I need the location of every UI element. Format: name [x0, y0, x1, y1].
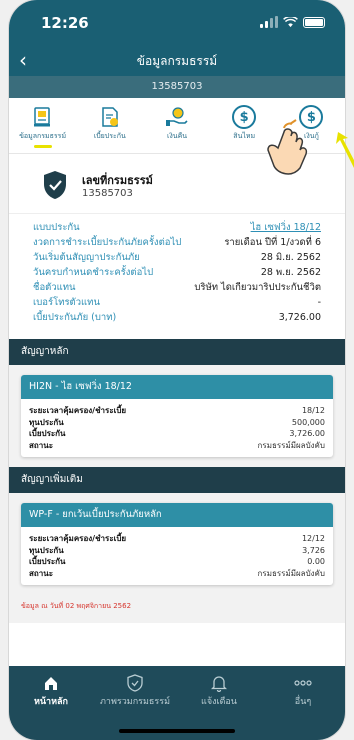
card-key: เบี้ยประกัน	[29, 557, 66, 566]
card-key: สถานะ	[29, 440, 53, 450]
dollar-coin-icon: $	[232, 105, 257, 129]
tab-premium[interactable]: เบี้ยประกัน	[76, 98, 143, 153]
card-value: 3,726.00	[289, 429, 325, 438]
info-key: แบบประกัน	[33, 222, 80, 233]
card-key: ระยะเวลาคุ้มครอง/ชำระเบี้ย	[29, 406, 127, 415]
card-body: ระยะเวลาคุ้มครอง/ชำระเบี้ย 18/12 ทุนประกั…	[21, 399, 333, 457]
bell-icon	[209, 674, 229, 692]
card-value: กรมธรรม์มีผลบังคับ	[257, 440, 325, 450]
home-icon	[41, 674, 61, 692]
card-value: 0.00	[307, 557, 325, 566]
tab-cash-back[interactable]: เงินคืน	[143, 98, 210, 153]
page-title: ข้อมูลกรมธรรม์	[136, 54, 218, 68]
active-tab-indicator	[33, 145, 52, 148]
card-title: HI2N - ไฮ เซฟวิ่ง 18/12	[21, 375, 333, 399]
nav-more[interactable]: อื่นๆ	[261, 666, 345, 740]
card-row: เบี้ยประกัน 3,726.00	[29, 428, 325, 440]
card-key: เบี้ยประกัน	[29, 429, 66, 438]
info-value: 28 พ.ย. 2562	[260, 267, 321, 278]
card-value: 500,000	[291, 417, 325, 427]
tab-label: สินไหม	[233, 132, 256, 140]
info-key: วันครบกำหนดชำระครั้งต่อไป	[33, 267, 154, 278]
tab-policy-info[interactable]: ข้อมูลกรมธรรม์	[9, 98, 76, 153]
card-row: ระยะเวลาคุ้มครอง/ชำระเบี้ย 18/12	[29, 405, 325, 417]
premium-receipt-icon	[98, 105, 122, 129]
info-row: เบี้ยประกันภัย (บาท) 3,726.00	[33, 310, 321, 325]
info-value: 3,726.00	[278, 312, 321, 323]
nav-label: แจ้งเตือน	[201, 697, 237, 707]
status-time: 12:26	[41, 14, 89, 32]
card-title: WP-F - ยกเว้นเบี้ยประกันภัยหลัก	[21, 503, 333, 527]
info-row: ชื่อตัวแทน บริษัท ไดเกียวมาริปประกันชีวิ…	[33, 280, 321, 295]
info-row: เบอร์โทรตัวแทน -	[33, 295, 321, 310]
nav-label: ภาพรวมกรมธรรม์	[99, 697, 171, 707]
info-key: งวดการชำระเบี้ยประกันภัยครั้งต่อไป	[33, 237, 182, 248]
info-row-plan: แบบประกัน ไฮ เซฟวิ่ง 18/12	[33, 220, 321, 235]
card-body: ระยะเวลาคุ้มครอง/ชำระเบี้ย 12/12 ทุนประกั…	[21, 527, 333, 585]
info-key: ชื่อตัวแทน	[33, 282, 76, 293]
card-row: ทุนประกัน 3,726	[29, 545, 325, 557]
main-contract-header: สัญญาหลัก	[9, 339, 345, 365]
info-value: รายเดือน ปีที่ 1/งวดที่ 6	[224, 237, 321, 248]
nav-label: อื่นๆ	[294, 697, 312, 707]
card-key: ระยะเวลาคุ้มครอง/ชำระเบี้ย	[29, 534, 127, 543]
pointer-arrow-icon	[336, 132, 354, 168]
card-key: ทุนประกัน	[29, 417, 64, 427]
status-bar: 12:26	[9, 0, 345, 46]
signal-icon	[260, 16, 278, 28]
battery-icon	[303, 17, 325, 28]
plan-link[interactable]: ไฮ เซฟวิ่ง 18/12	[251, 220, 321, 235]
policy-header: เลขที่กรมธรรม์ 13585703	[9, 154, 345, 214]
tab-label: ข้อมูลกรมธรรม์	[19, 132, 67, 140]
hand-coin-icon	[165, 105, 189, 129]
info-row: งวดการชำระเบี้ยประกันภัยครั้งต่อไป รายเด…	[33, 235, 321, 250]
policy-number-value: 13585703	[82, 188, 133, 199]
nav-bar: ‹ ข้อมูลกรมธรรม์	[9, 46, 345, 76]
rider-header: สัญญาเพิ่มเติม	[9, 467, 345, 493]
wifi-icon	[283, 17, 298, 28]
card-value: กรมธรรม์มีผลบังคับ	[257, 568, 325, 578]
phone-screen: 12:26 ‹ ข้อมูลกรมธรรม์ 13585703 ข้อมูลกร…	[9, 0, 345, 740]
info-value: -	[317, 297, 321, 308]
card-row: ทุนประกัน 500,000	[29, 417, 325, 429]
status-icons	[260, 16, 325, 28]
home-indicator	[119, 729, 235, 733]
tab-label: เงินคืน	[166, 132, 188, 140]
main-contract-card[interactable]: HI2N - ไฮ เซฟวิ่ง 18/12 ระยะเวลาคุ้มครอง…	[21, 375, 333, 457]
info-key: เบี้ยประกันภัย (บาท)	[33, 312, 117, 323]
info-value: 28 มิ.ย. 2562	[260, 252, 321, 263]
card-row: สถานะ กรมธรรม์มีผลบังคับ	[29, 440, 325, 452]
info-row: วันครบกำหนดชำระครั้งต่อไป 28 พ.ย. 2562	[33, 265, 321, 280]
policy-document-icon	[31, 105, 55, 129]
card-row: สถานะ กรมธรรม์มีผลบังคับ	[29, 568, 325, 580]
shield-check-icon	[125, 674, 145, 692]
card-value: 3,726	[302, 545, 325, 555]
shield-check-icon	[44, 171, 66, 199]
card-value: 18/12	[301, 406, 325, 415]
card-row: ระยะเวลาคุ้มครอง/ชำระเบี้ย 12/12	[29, 533, 325, 545]
bottom-nav: หน้าหลัก ภาพรวมกรมธรรม์ แจ้งเตือน อื่นๆ	[9, 666, 345, 740]
policy-number-label: เลขที่กรมธรรม์	[82, 174, 153, 187]
main-contract-section: HI2N - ไฮ เซฟวิ่ง 18/12 ระยะเวลาคุ้มครอง…	[9, 365, 345, 467]
info-key: วันเริ่มต้นสัญญาประกันภัย	[33, 252, 140, 263]
nav-label: หน้าหลัก	[33, 697, 69, 707]
more-icon	[293, 674, 313, 692]
card-row: เบี้ยประกัน 0.00	[29, 556, 325, 568]
nav-home[interactable]: หน้าหลัก	[9, 666, 93, 740]
card-key: สถานะ	[29, 568, 53, 578]
card-key: ทุนประกัน	[29, 545, 64, 555]
rider-section: WP-F - ยกเว้นเบี้ยประกันภัยหลัก ระยะเวลา…	[9, 493, 345, 595]
info-value: บริษัท ไดเกียวมาริปประกันชีวิต	[194, 282, 321, 293]
data-date-note: ข้อมูล ณ วันที่ 02 พฤศจิกายน 2562	[9, 595, 345, 623]
card-value: 12/12	[301, 534, 325, 543]
info-key: เบอร์โทรตัวแทน	[33, 297, 100, 308]
info-row: วันเริ่มต้นสัญญาประกันภัย 28 มิ.ย. 2562	[33, 250, 321, 265]
policy-number-bar: 13585703	[9, 76, 345, 98]
rider-card[interactable]: WP-F - ยกเว้นเบี้ยประกันภัยหลัก ระยะเวลา…	[21, 503, 333, 585]
back-button[interactable]: ‹	[19, 48, 27, 72]
policy-info-list: แบบประกัน ไฮ เซฟวิ่ง 18/12 งวดการชำระเบี…	[9, 214, 345, 325]
tab-label: เบี้ยประกัน	[93, 132, 126, 140]
